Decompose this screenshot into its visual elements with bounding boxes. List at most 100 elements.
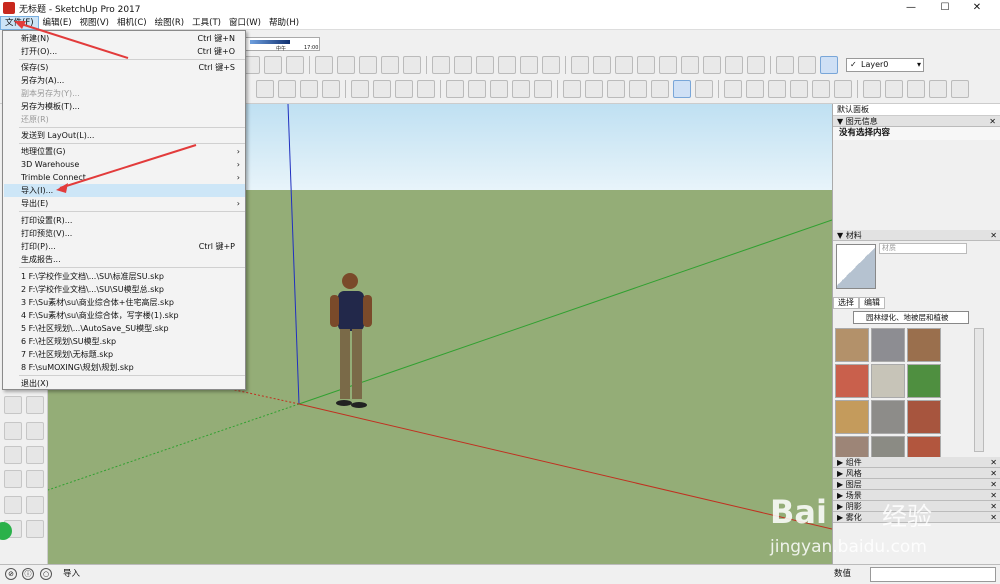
layers-header[interactable]: ▶ 图层 ✕ (833, 479, 1000, 490)
menu-open[interactable]: 打开(O)... Ctrl 键+O (4, 45, 245, 58)
previous-view-icon[interactable] (681, 56, 699, 74)
tab-select[interactable]: 选择 (833, 297, 859, 309)
close-button[interactable]: ✕ (962, 0, 992, 16)
menu-edit[interactable]: 编辑(E) (39, 16, 76, 30)
push-pull-icon[interactable] (337, 56, 355, 74)
pan-icon[interactable] (593, 56, 611, 74)
components-icon[interactable] (820, 56, 838, 74)
measurements-input[interactable] (870, 567, 996, 582)
material-swatch[interactable] (907, 328, 941, 362)
arc-3pt-icon[interactable] (264, 56, 282, 74)
left-view-icon[interactable] (834, 80, 852, 98)
previous-icon[interactable] (26, 470, 44, 488)
trim-icon[interactable] (534, 80, 552, 98)
maximize-button[interactable]: ☐ (930, 0, 960, 16)
paint-icon[interactable] (322, 80, 340, 98)
text-icon[interactable] (498, 56, 516, 74)
menu-save-as-template[interactable]: 另存为模板(T)... (4, 100, 245, 113)
layout-icon[interactable] (951, 80, 969, 98)
pan-icon[interactable] (373, 80, 391, 98)
shaded-icon[interactable] (651, 80, 669, 98)
zoom-extents-icon[interactable] (417, 80, 435, 98)
wireframe-icon[interactable] (607, 80, 625, 98)
share-component-icon[interactable] (907, 80, 925, 98)
intersect-icon[interactable] (468, 80, 486, 98)
tab-edit[interactable]: 编辑 (859, 297, 885, 309)
position-camera-icon[interactable] (703, 56, 721, 74)
hidden-line-icon[interactable] (629, 80, 647, 98)
geo-location-icon[interactable]: ⊘ (5, 568, 17, 580)
material-swatch[interactable] (835, 328, 869, 362)
layer-select[interactable]: Layer0 (846, 58, 924, 72)
close-icon[interactable]: ✕ (990, 230, 997, 241)
menu-help[interactable]: 帮助(H) (265, 16, 303, 30)
protractor-icon[interactable] (476, 56, 494, 74)
menu-recent-6[interactable]: 6 F:\社区规划\SU模型.skp (4, 335, 245, 348)
credits-icon[interactable]: ⓘ (22, 568, 34, 580)
menu-recent-4[interactable]: 4 F:\Su素材\su\商业综合体，写字楼(1).skp (4, 309, 245, 322)
section-icon[interactable] (26, 396, 44, 414)
material-library-select[interactable]: 园林绿化、地被层和植被 (853, 311, 969, 324)
walk-icon[interactable] (747, 56, 765, 74)
material-name-input[interactable]: 材质 (879, 243, 967, 254)
close-icon[interactable]: ✕ (990, 501, 997, 512)
layers-icon[interactable] (798, 56, 816, 74)
shaded-textures-icon[interactable] (673, 80, 691, 98)
back-edges-icon[interactable] (585, 80, 603, 98)
union-icon[interactable] (490, 80, 508, 98)
material-swatch[interactable] (907, 364, 941, 398)
materials-header[interactable]: ▼ 材料 ✕ (833, 230, 1000, 241)
text-label-icon[interactable] (300, 80, 318, 98)
entity-info-header[interactable]: ▼ 图元信息 ✕ (833, 116, 1000, 127)
material-swatch[interactable] (835, 364, 869, 398)
close-icon[interactable]: ✕ (989, 116, 996, 127)
menu-3d-warehouse[interactable]: 3D Warehouse › (4, 158, 245, 171)
close-icon[interactable]: ✕ (990, 490, 997, 501)
paint-bucket-icon[interactable] (542, 56, 560, 74)
zoom-extents-icon[interactable] (659, 56, 677, 74)
menu-save-copy-as[interactable]: 副本另存为(Y)... (4, 87, 245, 100)
orbit-icon[interactable] (351, 80, 369, 98)
zoom-icon[interactable] (395, 80, 413, 98)
position-camera-icon[interactable] (4, 496, 22, 514)
menu-trimble-connect[interactable]: Trimble Connect › (4, 171, 245, 184)
look-around-icon[interactable] (26, 496, 44, 514)
menu-view[interactable]: 视图(V) (76, 16, 113, 30)
menu-recent-5[interactable]: 5 F:\社区规划\...\AutoSave_SU模型.skp (4, 322, 245, 335)
top-view-icon[interactable] (746, 80, 764, 98)
monochrome-icon[interactable] (695, 80, 713, 98)
material-swatch[interactable] (835, 400, 869, 434)
extension-warehouse-icon[interactable] (929, 80, 947, 98)
scale-icon[interactable] (381, 56, 399, 74)
section-plane-icon[interactable] (26, 520, 44, 538)
material-swatch[interactable] (871, 364, 905, 398)
material-swatch[interactable] (871, 400, 905, 434)
material-swatch[interactable] (871, 328, 905, 362)
menu-draw[interactable]: 绘图(R) (151, 16, 189, 30)
move-icon[interactable] (315, 56, 333, 74)
menu-window[interactable]: 窗口(W) (225, 16, 265, 30)
close-icon[interactable]: ✕ (990, 479, 997, 490)
tape-measure-icon[interactable] (432, 56, 450, 74)
menu-save[interactable]: 保存(S) Ctrl 键+S (4, 61, 245, 74)
menu-tools[interactable]: 工具(T) (188, 16, 225, 30)
menu-print[interactable]: 打印(P)... Ctrl 键+P (4, 240, 245, 253)
pan-icon[interactable] (26, 422, 44, 440)
solid-tools-icon[interactable] (256, 80, 274, 98)
zoom-icon[interactable] (4, 446, 22, 464)
zoom-icon[interactable] (615, 56, 633, 74)
menu-print-setup[interactable]: 打印设置(R)... (4, 214, 245, 227)
zoom-window-icon[interactable] (26, 446, 44, 464)
look-around-icon[interactable] (725, 56, 743, 74)
close-icon[interactable]: ✕ (990, 512, 997, 523)
styles-header[interactable]: ▶ 风格 ✕ (833, 468, 1000, 479)
menu-recent-3[interactable]: 3 F:\Su素材\su\商业综合体+住宅高层.skp (4, 296, 245, 309)
menu-new[interactable]: 新建(N) Ctrl 键+N (4, 32, 245, 45)
menu-file[interactable]: 文件(F) (0, 15, 39, 30)
menu-recent-7[interactable]: 7 F:\社区规划\无标题.skp (4, 348, 245, 361)
orbit-icon[interactable] (571, 56, 589, 74)
menu-import[interactable]: 导入(I)... (4, 184, 245, 197)
menu-revert[interactable]: 还原(R) (4, 113, 245, 126)
zoom-window-icon[interactable] (637, 56, 655, 74)
section-plane-icon[interactable] (776, 56, 794, 74)
